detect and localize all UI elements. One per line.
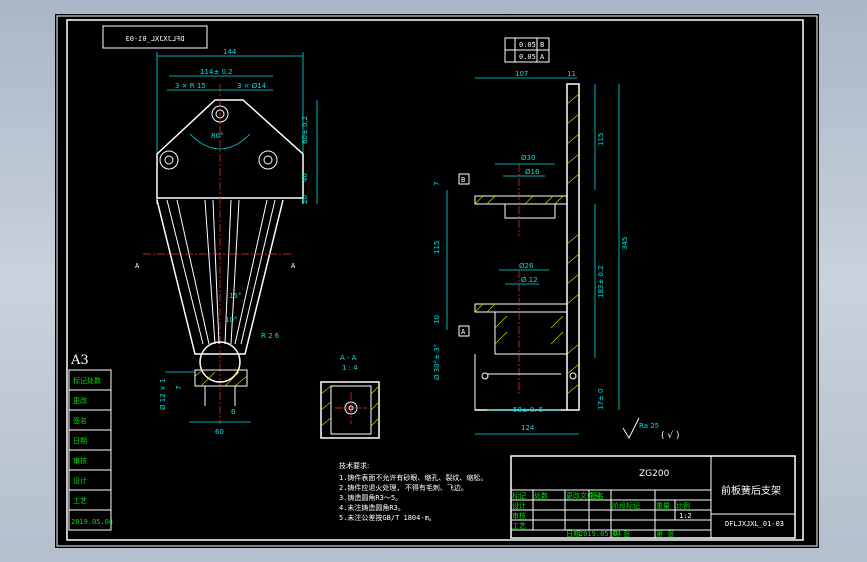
dim-hole-span: 114± 0.2: [200, 68, 233, 76]
part-name: 前板簧后支架: [721, 484, 781, 497]
tb-label-1: 处数: [534, 491, 548, 500]
front-view: 144 114± 0.2 3 × R 15 3 × Ø14 80° 60± 0.…: [135, 48, 318, 436]
dim-right-115a: 115: [597, 133, 605, 146]
note-3: 3.铸造圆角R3～5。: [339, 493, 402, 502]
note-2: 2.铸件应退火处理, 不得有毛刺、飞边。: [339, 483, 468, 492]
outer-border: [56, 15, 818, 547]
note-1: 1.铸件表面不允许有砂眼、缩孔、裂纹、缩松。: [339, 473, 487, 482]
surface-finish: Ra 25 ( √ ): [622, 417, 679, 441]
note-5: 5.未注公差按GB/T 1804-m。: [339, 513, 436, 522]
dim-d60: 60: [215, 428, 224, 436]
left-col-3: 日期: [73, 437, 87, 445]
dim-angle-15: 15°: [229, 292, 241, 300]
left-col-4: 审核: [73, 456, 87, 465]
paper-size: A3: [70, 353, 89, 368]
dim-hole-note: 3 × Ø14: [237, 82, 267, 90]
dim-dia16: Ø16: [525, 168, 540, 176]
tb-process: 工艺: [512, 522, 526, 530]
dim-d30deg: Ø 30°± 3°: [433, 344, 441, 380]
dim-height-40: 40: [301, 173, 309, 182]
dim-right-11: 11: [567, 70, 576, 78]
dim-radius-note: 3 × R 15: [175, 82, 206, 90]
svg-text:A: A: [291, 262, 296, 270]
dim-top-width: 144: [223, 48, 237, 56]
side-view: 0.05 0.05 B A 107 11 Ø30 Ø16 Ø26 Ø 12 11…: [433, 37, 629, 435]
datum-a: A: [461, 328, 466, 336]
tol-datum2: A: [540, 53, 545, 61]
left-col-date: 2019.05.04: [71, 518, 113, 526]
svg-text:7: 7: [433, 182, 441, 186]
left-col-5: 设计: [73, 476, 87, 485]
svg-text:A: A: [135, 262, 140, 270]
technical-notes: 技术要求: 1.铸件表面不允许有砂眼、缩孔、裂纹、缩松。 2.铸件应退火处理, …: [339, 461, 487, 522]
surface-ra: Ra 25: [639, 422, 659, 430]
tol-row2: 0.05: [519, 53, 536, 61]
notes-title: 技术要求:: [339, 461, 369, 470]
tb-design: 设计: [512, 501, 526, 510]
tb-label-0: 标记: [512, 491, 526, 500]
dim-right-115b: 115: [433, 241, 441, 254]
dim-d10: 10: [433, 315, 441, 324]
dim-d7: 7: [175, 386, 183, 390]
dim-d6: 6: [231, 408, 236, 416]
tb-date-value: 2019.05.04: [579, 530, 621, 538]
note-4: 4.未注铸造圆角R3。: [339, 503, 405, 512]
left-col-2: 签名: [73, 416, 87, 425]
dim-right-345: 345: [621, 237, 629, 250]
datum-b: B: [461, 176, 465, 184]
app-window: DFLJXJXL_01-03 144 114± 0.2 3 × R 15 3 ×…: [0, 0, 867, 562]
dim-right-183: 183± 0.2: [597, 265, 605, 298]
dim-d17: 17± 0: [597, 389, 605, 410]
dim-angle-10: 10°: [225, 316, 237, 324]
tol-row1: 0.05: [519, 41, 536, 49]
section-label: A - A: [340, 354, 357, 362]
title-code: DFLJXJXL_01-03: [725, 520, 784, 528]
tb-scale: 比例: [676, 501, 690, 510]
tb-stage: 阶段标记: [612, 501, 640, 510]
tb-date-label: 日期: [566, 530, 580, 538]
cad-drawing[interactable]: DFLJXJXL_01-03 144 114± 0.2 3 × R 15 3 ×…: [55, 14, 819, 548]
dim-angle: 80°: [211, 132, 223, 140]
material: ZG200: [639, 469, 670, 479]
tb-check: 审核: [512, 511, 526, 520]
tol-datum1: B: [540, 41, 544, 49]
surface-other: ( √ ): [661, 430, 679, 441]
title-block: ZG200 前板簧后支架 DFLJXJXL_01-03 标记 处数 更改文件号 …: [510, 455, 796, 539]
dim-r26: R 2 6: [261, 332, 280, 340]
dim-dia12: Ø 12: [521, 276, 538, 284]
tb-scale-value: 1:2: [679, 512, 692, 520]
section-view: A - A 1 : 4: [320, 354, 380, 439]
tb-weight: 重量: [656, 502, 670, 510]
section-scale: 1 : 4: [342, 364, 358, 372]
dim-d124: 124: [521, 424, 535, 432]
dim-height-60: 60± 0.2: [301, 116, 309, 144]
drawing-canvas[interactable]: DFLJXJXL_01-03 144 114± 0.2 3 × R 15 3 ×…: [55, 14, 819, 548]
left-col-0: 标记处数: [73, 376, 101, 385]
left-column: A3 标记处数 更改 签名 日期 审核 设计 工艺 2019.05.04: [68, 353, 113, 531]
dim-dia26: Ø26: [519, 262, 534, 270]
dim-height-20: 20: [301, 195, 309, 204]
dim-right-107: 107: [515, 70, 528, 78]
tb-sheet-of: 第 张: [656, 529, 674, 538]
dim-dia-12x1: Ø 12 × 1: [159, 379, 167, 410]
dim-d58: 58± 0. 5: [513, 406, 543, 414]
drawing-number-mirrored: DFLJXJXL_01-03: [125, 35, 184, 43]
left-col-6: 工艺: [73, 497, 87, 505]
left-col-1: 更改: [73, 396, 87, 405]
dim-dia30: Ø30: [521, 154, 535, 162]
tb-label-4: 签名: [590, 491, 604, 500]
